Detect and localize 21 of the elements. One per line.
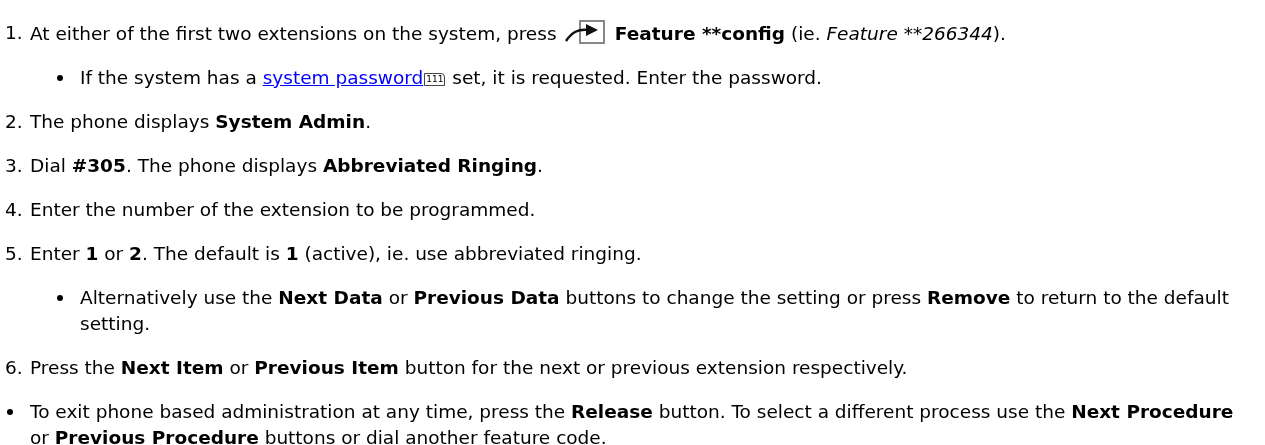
step-number: 5. <box>5 242 24 266</box>
page-reference[interactable]: 111 <box>424 73 446 86</box>
step-number: 1. <box>5 21 24 45</box>
step-text: Dial #305. The phone displays Abbreviated Ringing. <box>30 154 543 178</box>
step-number: 3. <box>5 154 24 178</box>
step-note: Alternatively use the Next Data or Previous Data buttons to change the setting or press Remove to return to the default setting. <box>80 286 1230 336</box>
step-text: Enter the number of the extension to be programmed. <box>30 198 536 222</box>
arrow-key-icon <box>564 20 607 44</box>
step-text: At either of the first two extensions on the system, press Feature **config (ie. Feature **266344). <box>30 20 1006 47</box>
bullet-icon <box>57 75 63 81</box>
step-number: 6. <box>5 356 24 380</box>
bullet-icon <box>57 295 63 301</box>
step-text: The phone displays System Admin. <box>30 110 372 134</box>
step-text: Enter 1 or 2. The default is 1 (active), ie. use abbreviated ringing. <box>30 242 642 266</box>
step-number: 2. <box>5 110 24 134</box>
step-note: If the system has a system password 111 set, it is requested. Enter the password. <box>80 66 822 90</box>
footer-note: To exit phone based administration at any time, press the Release button. To select a different process use the Next Procedure or Previous Procedure buttons or dial another feature code. <box>30 400 1235 445</box>
bullet-icon <box>7 409 13 415</box>
step-text: Press the Next Item or Previous Item button for the next or previous extension respectively. <box>30 356 908 380</box>
step-number: 4. <box>5 198 24 222</box>
glossary-link[interactable]: system password <box>262 67 424 88</box>
